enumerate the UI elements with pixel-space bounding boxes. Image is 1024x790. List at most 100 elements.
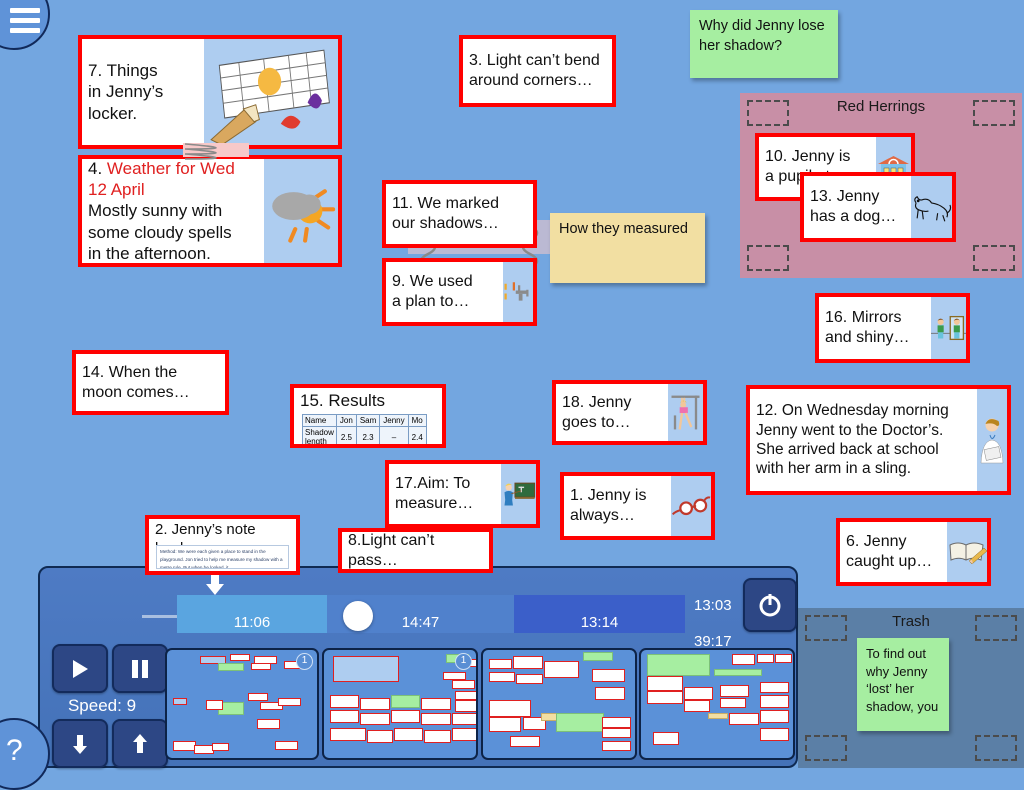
card-11[interactable]: 11. We marked our shadows… [382,180,537,248]
card-6[interactable]: 6. Jenny caught up… [836,518,991,586]
thumbnail-mini-card [759,682,789,694]
thumbnail-mini-card [248,693,268,701]
timeline-segment-label: 11:06 [233,614,271,631]
thumbnail-4[interactable] [639,648,795,760]
timetable-pencil-sweets-image [204,39,338,145]
card-15[interactable]: 15. Results Name Jon Sam Jenny Mo Shadow lengt… [290,384,446,448]
pause-button[interactable] [112,644,168,693]
thumbnail-mini-card [555,712,604,732]
card-text: 17.Aim: To measure… [395,475,474,512]
card-9[interactable]: 9. We used a plan to… [382,258,537,326]
thumbnail-mini-card [451,712,476,726]
thumbnail-mini-card [218,662,244,672]
thumbnail-mini-card [421,712,451,726]
results-value: 2.3 [355,426,381,444]
thumbnail-2[interactable]: 1 [322,648,478,760]
notebook-method-text: Method: We were each given a place to st… [156,545,289,569]
thumbnail-mini-card [424,729,451,743]
thumbnail-mini-card [330,710,360,724]
card-text: 9. We used a plan to… [392,273,473,310]
speed-up-button[interactable] [112,719,168,768]
results-header: Mo [407,414,427,427]
card-16[interactable]: 16. Mirrors and shiny… [815,293,970,363]
thumbnail-mini-card [729,712,759,726]
timeline-segment-3[interactable]: 13:14 [514,595,685,633]
play-button[interactable] [52,644,108,693]
thumbnail-mini-card [647,675,683,691]
thumbnail-mini-card [333,656,399,683]
thumbnail-mini-card [173,697,187,705]
trash-resize-handle-tl[interactable] [805,615,847,641]
sticky-note-trash[interactable]: To find out why Jenny ‘lost’ her shadow,… [857,638,949,731]
thumbnail-mini-card [601,716,631,728]
card-text: 13. Jenny has a dog… [810,188,897,225]
thumbnail-mini-card [595,686,625,700]
card-17[interactable]: 17.Aim: To measure… [385,460,540,528]
zone-resize-handle-br[interactable] [973,245,1015,271]
thumbnail-mini-card [489,716,522,732]
thumbnail-mini-card [251,662,271,671]
card-text: 3. Light can’t bend around corners… [469,52,600,89]
card-4[interactable]: 4. Weather for Wed 12 April Mostly sunny … [78,155,342,267]
thumbnail-mini-card [732,654,756,665]
thumbnail-mini-card [489,658,513,670]
thumbnail-mini-card [774,654,792,663]
trash-resize-handle-br[interactable] [975,735,1017,761]
spectacles-image [671,476,711,536]
card-12[interactable]: 12. On Wednesday morning Jenny went to t… [746,385,1011,495]
thumbnail-mini-card [275,740,298,751]
sticky-note-question[interactable]: Why did Jenny lose her shadow? [690,10,838,78]
timeline-knob[interactable] [343,601,373,631]
card-18[interactable]: 18. Jenny goes to… [552,380,707,445]
playhead-marker-icon [206,573,224,595]
card-7[interactable]: 7. Things in Jenny’s locker. [78,35,342,149]
card-heading-red: Weather for Wed 12 April [88,158,235,200]
thumbnail-mini-card [206,699,223,711]
power-button[interactable] [743,578,797,632]
card-heading: 4. Weather for Wed 12 April [88,158,258,200]
zone-resize-handle-tl[interactable] [747,100,789,126]
thumbnail-mini-card [330,695,360,709]
speed-down-button[interactable] [52,719,108,768]
results-row-label: Shadow length [302,426,337,444]
power-icon [759,594,781,617]
thumbnail-badge: 1 [296,653,313,670]
card-text: 18. Jenny goes to… [562,393,632,431]
sticky-note-how-they-measured[interactable]: How they measured [550,213,705,283]
thumbnail-mini-card [230,654,250,661]
results-header-name: Name [302,414,337,427]
timeline-segment-1[interactable]: 11:06 [177,595,327,633]
play-icon [73,659,88,678]
results-header: Jenny [379,414,409,427]
thumbnail-mini-card [451,680,475,689]
thumbnail-mini-card [489,699,531,717]
card-joint-spring [183,139,249,163]
thumbnail-mini-card [756,654,774,663]
card-1[interactable]: 1. Jenny is always… [560,472,715,540]
thumbnail-1[interactable]: 1 [165,648,319,760]
card-2[interactable]: 2. Jenny’s note bookMethod: We were each… [145,515,300,575]
boy-mirror-image [931,297,966,359]
card-text: 7. Things in Jenny’s locker. [88,61,164,123]
help-icon: ? [6,734,23,767]
thumbnail-mini-card [173,740,196,752]
card-heading-number: 4. [88,158,107,178]
card-body: Mostly sunny with some cloudy spells in … [88,201,232,263]
thumbnail-mini-card [601,727,631,739]
thumbnail-mini-card [390,710,421,724]
trash-resize-handle-tr[interactable] [975,615,1017,641]
thumbnail-3[interactable] [481,648,637,760]
zone-resize-handle-tr[interactable] [973,100,1015,126]
thumbnail-mini-card [720,697,747,709]
card-8[interactable]: 8.Light can’t pass… [338,528,493,573]
card-text: 12. On Wednesday morning Jenny went to t… [756,402,949,478]
card-14[interactable]: 14. When the moon comes… [72,350,229,415]
trash-resize-handle-bl[interactable] [805,735,847,761]
zone-resize-handle-bl[interactable] [747,245,789,271]
thumbnail-mini-card [451,727,476,741]
thumbnail-mini-card [366,729,393,743]
results-header: Jon [335,414,357,427]
card-3[interactable]: 3. Light can’t bend around corners… [459,35,616,107]
card-13[interactable]: 13. Jenny has a dog… [800,172,956,242]
open-book-pencil-image [947,522,987,582]
